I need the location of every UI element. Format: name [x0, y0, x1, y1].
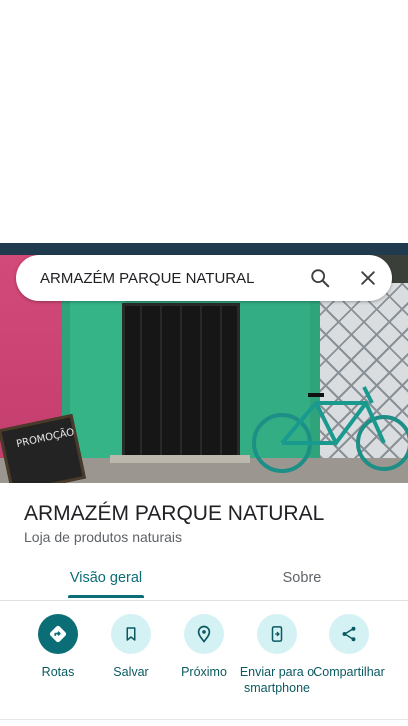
share-icon — [342, 626, 356, 642]
directions-icon — [49, 625, 67, 643]
search-button[interactable] — [296, 255, 344, 301]
nearby-button[interactable]: Próximo — [166, 612, 242, 680]
place-title: ARMAZÉM PARQUE NATURAL — [24, 502, 325, 525]
share-button[interactable]: Compartilhar — [311, 612, 387, 680]
bicycle-image — [252, 386, 408, 473]
tab-about[interactable]: Sobre — [236, 558, 368, 598]
search-icon — [311, 269, 330, 288]
close-button[interactable] — [344, 255, 392, 301]
save-button[interactable]: Salvar — [93, 612, 169, 680]
action-bar: Rotas Salvar Próximo Enviar para o smart… — [0, 612, 408, 712]
share-label: Compartilhar — [313, 665, 385, 679]
directions-button[interactable]: Rotas — [20, 612, 96, 680]
directions-label: Rotas — [41, 665, 75, 679]
active-tab-indicator — [68, 595, 144, 598]
place-category[interactable]: Loja de produtos naturais — [24, 529, 182, 545]
send-to-phone-icon — [271, 626, 283, 642]
nearby-label: Próximo — [181, 665, 227, 679]
divider — [0, 719, 408, 720]
search-input[interactable]: ARMAZÉM PARQUE NATURAL — [16, 270, 296, 287]
send-to-phone-label: Enviar para o smartphone — [239, 665, 315, 695]
save-label: Salvar — [113, 665, 149, 679]
tab-overview[interactable]: Visão geral — [40, 558, 172, 598]
nearby-icon — [197, 625, 211, 643]
bookmark-icon — [126, 627, 136, 641]
close-icon — [361, 271, 375, 285]
map-area[interactable] — [0, 0, 408, 243]
tab-bar: Visão geral Sobre — [0, 558, 408, 601]
storefront-door — [122, 303, 240, 458]
search-bar[interactable]: ARMAZÉM PARQUE NATURAL — [16, 255, 392, 301]
send-to-phone-button[interactable]: Enviar para o smartphone — [239, 612, 315, 696]
